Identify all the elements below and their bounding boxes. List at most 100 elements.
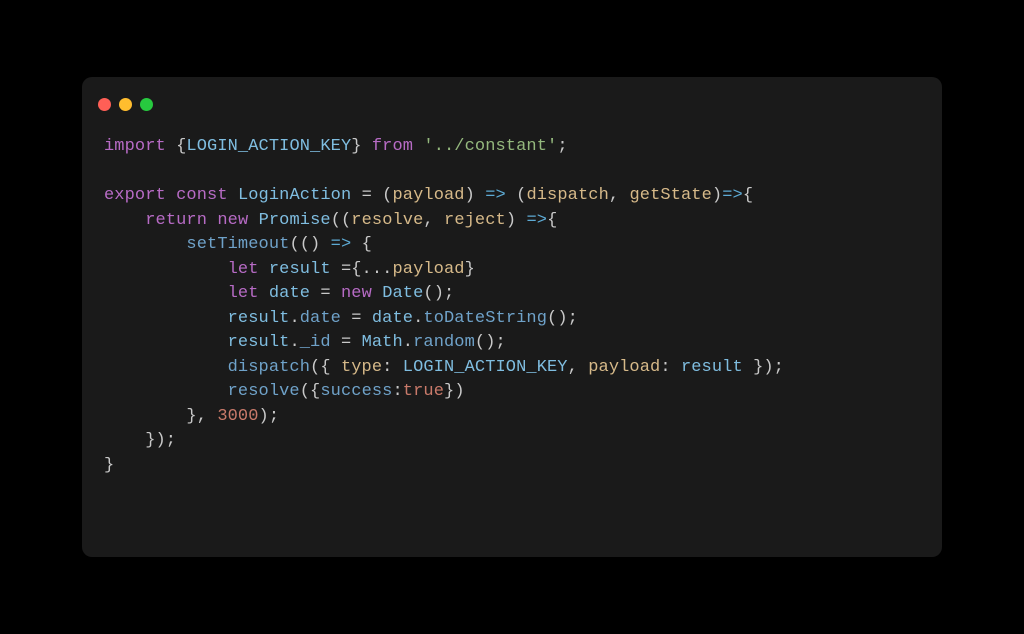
window-titlebar [82, 77, 942, 121]
code-token: date [269, 284, 310, 303]
code-token: '../constant' [423, 137, 557, 156]
code-token: success [320, 382, 392, 401]
code-token: }) [444, 382, 465, 401]
code-token [104, 235, 186, 254]
code-token: reject [444, 211, 506, 230]
code-token: : [392, 382, 402, 401]
close-icon[interactable] [98, 98, 111, 111]
code-token: ; [557, 137, 567, 156]
code-token: { [166, 137, 187, 156]
code-token: ) [506, 211, 527, 230]
code-token: ) [712, 186, 722, 205]
code-token [104, 211, 145, 230]
code-line: let date = new Date(); [104, 282, 920, 307]
code-token: result [228, 309, 290, 328]
code-token: resolve [351, 211, 423, 230]
code-token: (); [547, 309, 578, 328]
code-token: from [372, 137, 413, 156]
code-token: } [104, 456, 114, 475]
code-token: Math [362, 333, 403, 352]
code-token: date [372, 309, 413, 328]
code-token [372, 284, 382, 303]
code-line: setTimeout(() => { [104, 233, 920, 258]
code-token: return [145, 211, 207, 230]
code-token: }); [743, 358, 784, 377]
code-token: resolve [228, 382, 300, 401]
code-token [207, 211, 217, 230]
code-token: getState [629, 186, 711, 205]
code-token: payload [393, 186, 465, 205]
code-token: result [228, 333, 290, 352]
code-token: => [485, 186, 506, 205]
code-token: : [382, 358, 403, 377]
code-token: { [547, 211, 557, 230]
code-line: export const LoginAction = (payload) => … [104, 184, 920, 209]
code-token: . [289, 333, 299, 352]
code-token: random [413, 333, 475, 352]
code-token: = ( [351, 186, 392, 205]
code-token: result [681, 358, 743, 377]
code-token [166, 186, 176, 205]
code-token: result [269, 260, 331, 279]
code-block: import {LOGIN_ACTION_KEY} from '../const… [82, 121, 942, 478]
code-token: ({ [300, 382, 321, 401]
code-token: , [423, 211, 444, 230]
code-token [248, 211, 258, 230]
code-token: payload [392, 260, 464, 279]
code-token: export [104, 186, 166, 205]
code-token: let [228, 260, 259, 279]
code-token: = [331, 333, 362, 352]
code-token: import [104, 137, 166, 156]
code-token: : [660, 358, 681, 377]
code-token: type [341, 358, 382, 377]
code-token: dispatch [228, 358, 310, 377]
code-token: toDateString [423, 309, 547, 328]
code-token: { [351, 235, 372, 254]
code-token: payload [588, 358, 660, 377]
code-token: { [743, 186, 753, 205]
code-token: => [526, 211, 547, 230]
code-token [104, 333, 228, 352]
code-token [413, 137, 423, 156]
code-line: dispatch({ type: LOGIN_ACTION_KEY, paylo… [104, 356, 920, 381]
code-token: _id [300, 333, 331, 352]
code-token: = [310, 284, 341, 303]
code-token: . [413, 309, 423, 328]
code-token: Promise [259, 211, 331, 230]
code-token: LoginAction [238, 186, 351, 205]
code-token [259, 284, 269, 303]
code-token: , [568, 358, 589, 377]
code-token [259, 260, 269, 279]
code-token: = [341, 309, 372, 328]
zoom-icon[interactable] [140, 98, 153, 111]
code-token: const [176, 186, 228, 205]
code-token: (() [289, 235, 330, 254]
code-token: new [217, 211, 248, 230]
code-token: setTimeout [186, 235, 289, 254]
code-token: dispatch [526, 186, 608, 205]
minimize-icon[interactable] [119, 98, 132, 111]
code-window: import {LOGIN_ACTION_KEY} from '../const… [82, 77, 942, 557]
code-token: ) [465, 186, 486, 205]
code-token: ); [259, 407, 280, 426]
code-token: true [403, 382, 444, 401]
code-token: (); [423, 284, 454, 303]
code-token: let [228, 284, 259, 303]
code-line: result.date = date.toDateString(); [104, 307, 920, 332]
code-line: result._id = Math.random(); [104, 331, 920, 356]
code-token: 3000 [217, 407, 258, 426]
code-token: . [403, 333, 413, 352]
code-token [228, 186, 238, 205]
code-token [104, 382, 228, 401]
code-token: ={... [331, 260, 393, 279]
code-line [104, 160, 920, 185]
code-token: } [351, 137, 372, 156]
code-line: resolve({success:true}) [104, 380, 920, 405]
code-token: new [341, 284, 372, 303]
code-token: }); [104, 431, 176, 450]
code-token: date [300, 309, 341, 328]
code-token: LOGIN_ACTION_KEY [403, 358, 568, 377]
code-token: LOGIN_ACTION_KEY [186, 137, 351, 156]
code-token: (); [475, 333, 506, 352]
code-token: ({ [310, 358, 341, 377]
